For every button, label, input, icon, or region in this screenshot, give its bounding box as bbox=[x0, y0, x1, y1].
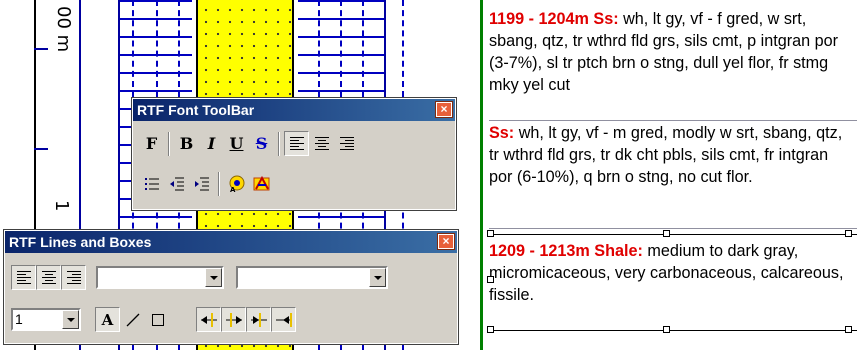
align-right-icon bbox=[339, 137, 354, 150]
svg-text:A: A bbox=[230, 186, 236, 193]
selected-box-border-top bbox=[489, 234, 857, 235]
resize-handle[interactable] bbox=[487, 326, 494, 333]
rtf-lines-and-boxes-toolbar[interactable]: RTF Lines and Boxes × 1 A bbox=[3, 229, 459, 345]
arrow-left-icon bbox=[200, 312, 217, 327]
description-box-1[interactable]: 1199 - 1204m Ss: wh, lt gy, vf - f gred,… bbox=[489, 8, 845, 96]
arrow-right-button[interactable] bbox=[221, 307, 246, 332]
align-left-icon bbox=[289, 137, 304, 150]
separator bbox=[168, 131, 170, 156]
resize-handle[interactable] bbox=[487, 230, 494, 237]
line-tool-button[interactable] bbox=[120, 307, 145, 332]
align-left-icon bbox=[16, 271, 31, 284]
align-center-icon bbox=[41, 271, 56, 284]
font-icon: F bbox=[145, 134, 158, 153]
description-heading: 1209 - 1213m Shale: bbox=[489, 242, 643, 260]
bold-icon: B bbox=[179, 134, 194, 153]
line-width-value: 1 bbox=[15, 311, 23, 327]
resize-handle[interactable] bbox=[487, 276, 494, 283]
chevron-down-icon[interactable] bbox=[369, 268, 386, 287]
paint-brush-icon bbox=[253, 175, 269, 190]
lines-toolbar-titlebar[interactable]: RTF Lines and Boxes × bbox=[5, 231, 457, 253]
box-divider bbox=[489, 228, 857, 229]
font-color-button[interactable] bbox=[249, 171, 274, 196]
close-button[interactable]: × bbox=[437, 233, 455, 250]
line-tool-icon bbox=[126, 313, 139, 326]
underline-icon: U bbox=[229, 134, 244, 153]
font-toolbar-row-1: F B I U S bbox=[139, 131, 359, 156]
bullet-list-icon bbox=[144, 177, 159, 190]
underline-button[interactable]: U bbox=[224, 131, 249, 156]
align-center-button[interactable] bbox=[309, 131, 334, 156]
box-align-center-button[interactable] bbox=[36, 265, 61, 290]
depth-tick bbox=[34, 148, 48, 150]
depth-label: 1 bbox=[51, 200, 72, 212]
description-heading: Ss: bbox=[489, 124, 515, 142]
text-tool-icon: A bbox=[101, 310, 114, 329]
indent-icon bbox=[194, 177, 209, 190]
strikethrough-icon: S bbox=[255, 134, 268, 153]
outdent-icon bbox=[169, 177, 184, 190]
arrow-both-button[interactable] bbox=[246, 307, 271, 332]
line-style-select[interactable] bbox=[96, 266, 224, 289]
align-right-icon bbox=[66, 271, 81, 284]
arrow-right-icon bbox=[225, 312, 242, 327]
lines-toolbar-title: RTF Lines and Boxes bbox=[9, 234, 152, 250]
box-style-select[interactable] bbox=[236, 266, 388, 289]
symbol-icon: A bbox=[229, 175, 244, 193]
align-center-icon bbox=[314, 137, 329, 150]
box-tool-button[interactable] bbox=[145, 307, 170, 332]
depth-label: 00 m bbox=[53, 6, 74, 53]
align-left-button[interactable] bbox=[284, 131, 309, 156]
separator bbox=[278, 131, 280, 156]
resize-handle[interactable] bbox=[845, 326, 852, 333]
increase-indent-button[interactable] bbox=[189, 171, 214, 196]
italic-icon: I bbox=[207, 134, 216, 153]
arrow-both-icon bbox=[250, 312, 267, 327]
resize-handle[interactable] bbox=[663, 230, 670, 237]
resize-handle[interactable] bbox=[663, 326, 670, 333]
box-align-right-button[interactable] bbox=[61, 265, 86, 290]
chevron-down-icon[interactable] bbox=[205, 268, 222, 287]
separator bbox=[218, 171, 220, 196]
font-toolbar-title: RTF Font ToolBar bbox=[137, 102, 255, 118]
resize-handle[interactable] bbox=[845, 230, 852, 237]
selected-box-border-bottom bbox=[489, 330, 857, 331]
bullets-button[interactable] bbox=[139, 171, 164, 196]
strikethrough-button[interactable]: S bbox=[249, 131, 274, 156]
font-button[interactable]: F bbox=[139, 131, 164, 156]
description-box-2[interactable]: Ss: wh, lt gy, vf - m gred, modly w srt,… bbox=[489, 122, 845, 188]
align-right-button[interactable] bbox=[334, 131, 359, 156]
description-heading: 1199 - 1204m Ss: bbox=[489, 10, 619, 28]
rtf-font-toolbar[interactable]: RTF Font ToolBar × F B I U S A bbox=[131, 97, 457, 211]
symbol-button[interactable]: A bbox=[224, 171, 249, 196]
description-body: wh, lt gy, vf - m gred, modly w srt, sba… bbox=[489, 124, 843, 186]
box-align-left-button[interactable] bbox=[11, 265, 36, 290]
text-tool-button[interactable]: A bbox=[95, 307, 120, 332]
close-button[interactable]: × bbox=[435, 101, 453, 118]
box-divider bbox=[489, 120, 857, 121]
decrease-indent-button[interactable] bbox=[164, 171, 189, 196]
arrow-end-icon bbox=[275, 312, 292, 327]
bold-button[interactable]: B bbox=[174, 131, 199, 156]
chevron-down-icon[interactable] bbox=[62, 310, 79, 329]
line-width-select[interactable]: 1 bbox=[11, 308, 81, 331]
arrow-left-button[interactable] bbox=[196, 307, 221, 332]
description-panel[interactable]: 1199 - 1204m Ss: wh, lt gy, vf - f gred,… bbox=[480, 0, 857, 350]
italic-button[interactable]: I bbox=[199, 131, 224, 156]
box-tool-icon bbox=[151, 313, 164, 326]
arrow-end-button[interactable] bbox=[271, 307, 296, 332]
lines-toolbar-row-2: 1 A bbox=[11, 307, 296, 332]
font-toolbar-row-2: A bbox=[139, 171, 274, 196]
lines-toolbar-row-1 bbox=[11, 265, 388, 290]
depth-tick bbox=[34, 48, 48, 50]
font-toolbar-titlebar[interactable]: RTF Font ToolBar × bbox=[133, 99, 455, 121]
description-box-3[interactable]: 1209 - 1213m Shale: medium to dark gray,… bbox=[489, 240, 845, 306]
